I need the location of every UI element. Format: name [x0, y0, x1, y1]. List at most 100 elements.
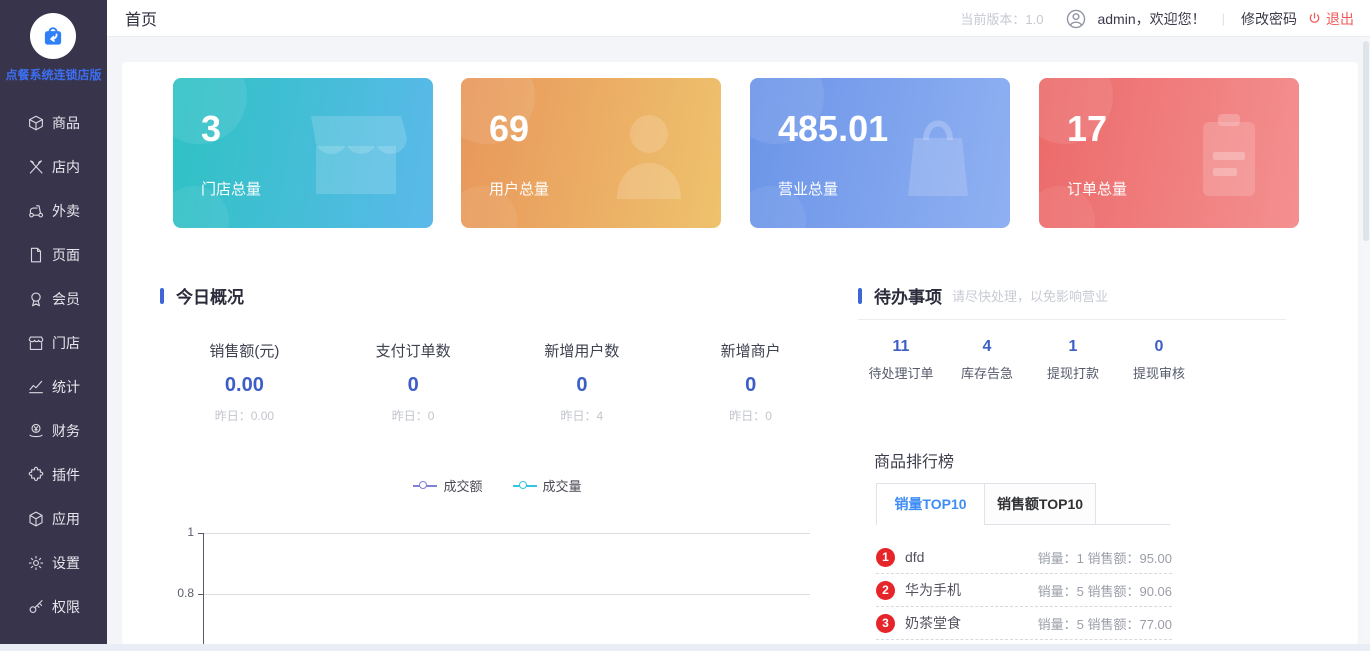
sidebar-item-label: 店内: [52, 157, 80, 177]
stat-card-stores: 3 门店总量: [173, 78, 433, 228]
metric-sales: 销售额(元) 0.00 昨日：0.00: [160, 340, 329, 424]
today-metrics: 销售额(元) 0.00 昨日：0.00 支付订单数 0 昨日：0 新增用户数 0…: [160, 340, 835, 424]
rank-product-name: dfd: [905, 549, 924, 565]
todo-section-title: 待办事项 请尽快处理，以免影响营业: [858, 283, 1108, 308]
top-header: 首页 当前版本：1.0 admin，欢迎您！ | 修改密码 退出: [107, 0, 1370, 37]
sidebar-item-pages[interactable]: 页面: [0, 233, 107, 277]
todo-title-text: 待办事项: [874, 283, 942, 308]
line-chart-icon: [27, 378, 45, 396]
change-password-button[interactable]: 修改密码: [1241, 9, 1297, 29]
sidebar-item-stores[interactable]: 门店: [0, 321, 107, 365]
legend-item-volume[interactable]: 成交量: [513, 476, 582, 495]
store-icon: [301, 104, 411, 204]
section-accent-bar: [160, 288, 164, 304]
legend-label: 成交量: [543, 476, 582, 495]
legend-label: 成交额: [443, 476, 482, 495]
sidebar-menu: 商品 店内 外卖 页面 会员 门店: [0, 101, 107, 629]
todo-item-withdraw-review[interactable]: 0 提现审核: [1116, 338, 1202, 382]
stat-card-orders: 17 订单总量: [1039, 78, 1299, 228]
rank-row: 3 奶茶堂食 销量：5 销售额：77.00: [876, 607, 1172, 640]
rank-badge: 1: [876, 548, 895, 567]
cube-icon: [27, 510, 45, 528]
scrollbar-thumb[interactable]: [1363, 41, 1369, 241]
stat-label: 门店总量: [201, 178, 261, 199]
scooter-icon: [27, 202, 45, 220]
metric-value: 0: [329, 374, 498, 397]
welcome-text: admin，欢迎您！: [1097, 9, 1205, 29]
chart-gridline: [204, 533, 810, 534]
sidebar-item-members[interactable]: 会员: [0, 277, 107, 321]
dashboard-page: 点餐系统连锁店版 商品 店内 外卖 页面 会员: [0, 0, 1370, 651]
sidebar-item-instore[interactable]: 店内: [0, 145, 107, 189]
sidebar-item-apps[interactable]: 应用: [0, 497, 107, 541]
sidebar-item-goods[interactable]: 商品: [0, 101, 107, 145]
puzzle-icon: [27, 466, 45, 484]
todo-items: 11 待处理订单 4 库存告急 1 提现打款 0 提现审核: [858, 338, 1202, 382]
key-icon: [27, 598, 45, 616]
version-label: 当前版本：1.0: [960, 9, 1043, 28]
todo-item-withdraw-payment[interactable]: 1 提现打款: [1030, 338, 1116, 382]
stat-value: 485.01: [778, 108, 888, 150]
header-divider: |: [1222, 11, 1225, 26]
sidebar-item-delivery[interactable]: 外卖: [0, 189, 107, 233]
rank-badge: 3: [876, 614, 895, 633]
sidebar-item-label: 外卖: [52, 201, 80, 221]
todo-item-pending-orders[interactable]: 11 待处理订单: [858, 338, 944, 382]
stat-value: 69: [489, 108, 529, 150]
app-logo[interactable]: [30, 13, 76, 59]
sidebar-item-finance[interactable]: 财务: [0, 409, 107, 453]
box-icon: [27, 114, 45, 132]
metric-new-users: 新增用户数 0 昨日：4: [498, 340, 667, 424]
rank-product-name: 奶茶堂食: [905, 613, 961, 633]
utensils-icon: [27, 158, 45, 176]
metric-label: 新增商户: [666, 340, 835, 361]
todo-value: 11: [858, 338, 944, 356]
ranking-list: 1 dfd 销量：1 销售额：95.00 2 华为手机 销量：5 销售额：90.…: [876, 541, 1172, 651]
rank-badge: 2: [876, 581, 895, 600]
storefront-icon: [27, 334, 45, 352]
todo-item-low-stock[interactable]: 4 库存告急: [944, 338, 1030, 382]
chart-gridline: [204, 594, 810, 595]
sidebar-item-label: 门店: [52, 333, 80, 353]
sidebar-item-plugins[interactable]: 插件: [0, 453, 107, 497]
tab-sales-volume-top10[interactable]: 销量TOP10: [876, 483, 985, 525]
rank-row: 2 华为手机 销量：5 销售额：90.06: [876, 574, 1172, 607]
horizontal-scrollbar[interactable]: [0, 644, 1370, 651]
chart-y-axis: [203, 533, 204, 645]
logout-label: 退出: [1326, 9, 1354, 29]
todo-value: 0: [1116, 338, 1202, 356]
stat-value: 17: [1067, 108, 1107, 150]
metric-yesterday: 昨日：4: [498, 407, 667, 424]
todo-value: 1: [1030, 338, 1116, 356]
rank-stats: 销量：1 销售额：95.00: [1038, 548, 1172, 567]
sidebar-item-permissions[interactable]: 权限: [0, 585, 107, 629]
rank-product-name: 华为手机: [905, 580, 961, 600]
avatar-icon[interactable]: [1065, 8, 1087, 30]
stat-card-revenue: 485.01 营业总量: [750, 78, 1010, 228]
logout-button[interactable]: 退出: [1307, 9, 1354, 29]
sidebar-item-stats[interactable]: 统计: [0, 365, 107, 409]
sidebar-item-label: 权限: [52, 597, 80, 617]
stat-label: 用户总量: [489, 178, 549, 199]
legend-item-turnover[interactable]: 成交额: [413, 476, 482, 495]
metric-value: 0: [498, 374, 667, 397]
ranking-title: 商品排行榜: [874, 448, 954, 472]
rank-stats: 销量：5 销售额：77.00: [1038, 614, 1172, 633]
metric-yesterday: 昨日：0: [666, 407, 835, 424]
stat-card-users: 69 用户总量: [461, 78, 721, 228]
rank-stats: 销量：5 销售额：90.06: [1038, 581, 1172, 600]
metric-paid-orders: 支付订单数 0 昨日：0: [329, 340, 498, 424]
divider: [858, 319, 1286, 320]
power-icon: [1307, 11, 1322, 26]
section-accent-bar: [858, 288, 862, 304]
sidebar-item-label: 会员: [52, 289, 80, 309]
line-marker-icon: [413, 481, 437, 491]
vertical-scrollbar[interactable]: [1362, 37, 1370, 644]
sidebar-item-label: 财务: [52, 421, 80, 441]
tab-sales-amount-top10[interactable]: 销售额TOP10: [985, 483, 1096, 524]
page-title: 首页: [125, 6, 157, 30]
stat-label: 营业总量: [778, 178, 838, 199]
y-axis-tick-label: 0.8: [166, 586, 194, 600]
sidebar-item-settings[interactable]: 设置: [0, 541, 107, 585]
gear-icon: [27, 554, 45, 572]
